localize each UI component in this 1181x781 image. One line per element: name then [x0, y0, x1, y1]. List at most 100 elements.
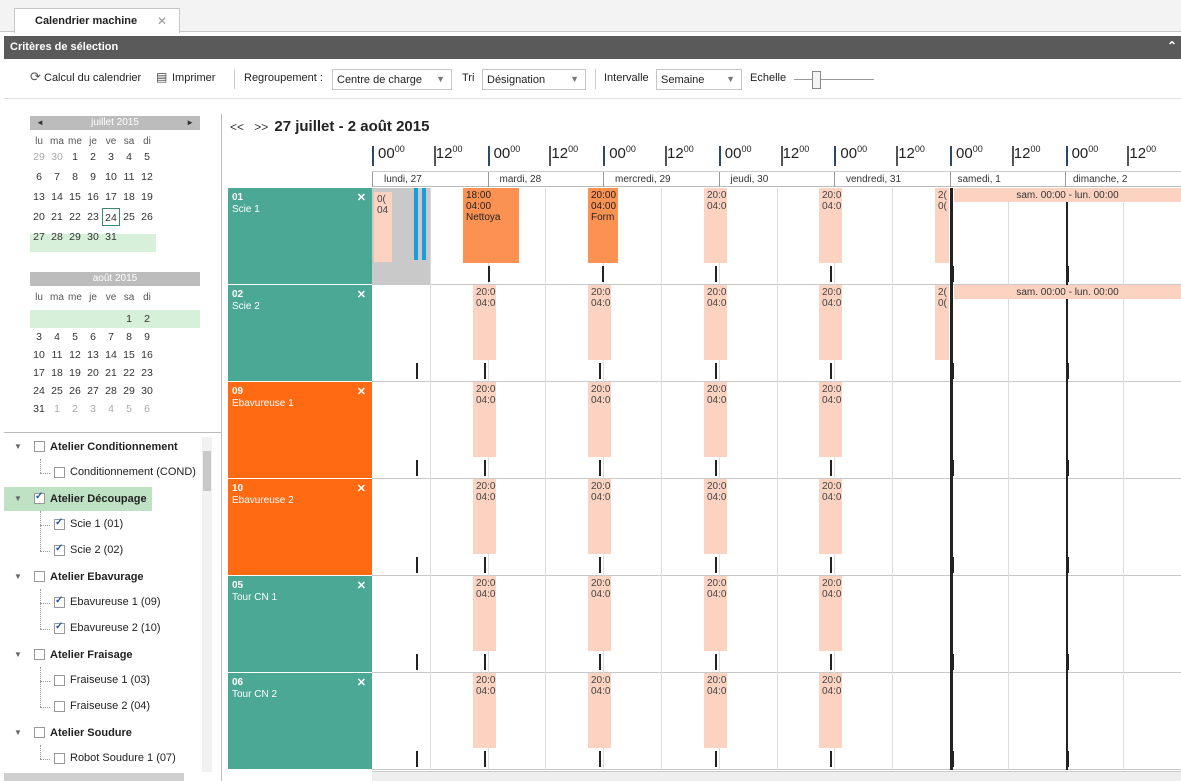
- expand-arrow-icon[interactable]: ▼: [14, 650, 22, 659]
- resource-card[interactable]: 01 Scie 1 ✕: [228, 188, 372, 285]
- calendar-day[interactable]: 1: [66, 148, 84, 166]
- calendar-day[interactable]: 3: [84, 400, 102, 418]
- interval-select[interactable]: Semaine ▼: [656, 69, 742, 90]
- item-checkbox[interactable]: [54, 675, 65, 686]
- calendar-day[interactable]: 5: [66, 328, 84, 346]
- calendar-day[interactable]: 8: [66, 168, 84, 186]
- shift-block[interactable]: 20:0004:00: [704, 576, 727, 651]
- criteria-header[interactable]: Critères de sélection ⌃: [4, 36, 1181, 59]
- item-checkbox[interactable]: [54, 543, 65, 556]
- item-checkbox[interactable]: [54, 753, 65, 764]
- tree-group[interactable]: ▼ Atelier Ebavurage: [4, 565, 204, 589]
- calendar-day[interactable]: 30: [48, 148, 66, 166]
- tab-calendrier-machine[interactable]: Calendrier machine ✕: [14, 8, 180, 33]
- shift-block[interactable]: 20:0004:00: [473, 673, 496, 748]
- group-checkbox[interactable]: [34, 571, 45, 582]
- shift-block[interactable]: 20:0004:00: [473, 382, 496, 457]
- shift-block[interactable]: 20:0004:00: [473, 479, 496, 554]
- calendar-day[interactable]: 21: [48, 208, 66, 226]
- item-checkbox[interactable]: [54, 621, 65, 634]
- calendar-day[interactable]: 26: [66, 382, 84, 400]
- calendar-day[interactable]: 30: [138, 382, 156, 400]
- tree-group[interactable]: ▼ Atelier Fraisage: [4, 643, 204, 667]
- calendar-day[interactable]: 31: [102, 228, 120, 246]
- shift-block[interactable]: 20:0004:00: [704, 285, 727, 360]
- item-checkbox[interactable]: [54, 517, 65, 530]
- calendar-day[interactable]: 25: [48, 382, 66, 400]
- group-checkbox[interactable]: [34, 727, 45, 738]
- expand-arrow-icon[interactable]: ▼: [14, 442, 22, 451]
- scale-slider-thumb[interactable]: [812, 71, 821, 89]
- close-icon[interactable]: ✕: [157, 14, 167, 28]
- calendar-day[interactable]: 27: [30, 228, 48, 246]
- calendar-day[interactable]: 4: [102, 400, 120, 418]
- task-block[interactable]: 18:00 04:00 Nettoya: [463, 188, 519, 263]
- calendar-day[interactable]: 29: [30, 148, 48, 166]
- calendar-day[interactable]: 13: [30, 188, 48, 206]
- calendar-day[interactable]: 7: [102, 328, 120, 346]
- tree-group[interactable]: ▼ Atelier Conditionnement: [4, 435, 204, 459]
- prev-month-icon[interactable]: ◄: [36, 116, 44, 130]
- shift-block[interactable]: 20:0004:00: [588, 576, 611, 651]
- calendar-day[interactable]: 13: [84, 346, 102, 364]
- shift-block[interactable]: 20:0004:00: [473, 285, 496, 360]
- calendar-day[interactable]: 4: [120, 148, 138, 166]
- shift-block[interactable]: 20:0004:00: [819, 382, 842, 457]
- calendar-day[interactable]: 9: [138, 328, 156, 346]
- calendar-day[interactable]: 28: [48, 228, 66, 246]
- shift-block[interactable]: 20:0004:00: [704, 479, 727, 554]
- calendar-day[interactable]: 14: [48, 188, 66, 206]
- shift-block[interactable]: 20:0004:00: [819, 479, 842, 554]
- calendar-day[interactable]: 2: [84, 148, 102, 166]
- group-checkbox[interactable]: [34, 441, 45, 452]
- chevron-up-icon[interactable]: ⌃: [1167, 39, 1177, 53]
- calendar-day[interactable]: 22: [120, 364, 138, 382]
- calendar-day[interactable]: 1: [48, 400, 66, 418]
- calendar-day[interactable]: 17: [102, 188, 120, 206]
- resource-card[interactable]: 10 Ebavureuse 2 ✕: [228, 479, 372, 576]
- calendar-day[interactable]: 2: [138, 310, 156, 328]
- calendar-day[interactable]: 20: [84, 364, 102, 382]
- calendar-day[interactable]: 5: [120, 400, 138, 418]
- shift-block[interactable]: 20:0004:00: [704, 673, 727, 748]
- calendar-day[interactable]: 10: [102, 168, 120, 186]
- expand-arrow-icon[interactable]: ▼: [14, 494, 22, 503]
- resource-card[interactable]: 05 Tour CN 1 ✕: [228, 576, 372, 673]
- calendar-day[interactable]: 11: [48, 346, 66, 364]
- shift-block[interactable]: 20:0004:00: [704, 382, 727, 457]
- group-checkbox[interactable]: [34, 491, 45, 504]
- calendar-day[interactable]: 23: [138, 364, 156, 382]
- close-icon[interactable]: ✕: [357, 191, 366, 204]
- close-icon[interactable]: ✕: [357, 482, 366, 495]
- item-checkbox[interactable]: [54, 701, 65, 712]
- calendar-day[interactable]: 23: [84, 208, 102, 226]
- calendar-day[interactable]: 27: [84, 382, 102, 400]
- scale-slider-track[interactable]: [794, 79, 874, 80]
- shift-block[interactable]: 20:0004:00: [473, 576, 496, 651]
- calendar-day[interactable]: 12: [66, 346, 84, 364]
- weekend-block[interactable]: sam. 00:00 - lun. 00:00: [954, 285, 1181, 299]
- calendar-day[interactable]: 14: [102, 346, 120, 364]
- next-month-icon[interactable]: ►: [186, 116, 194, 130]
- calendar-day[interactable]: 16: [84, 188, 102, 206]
- calendar-day[interactable]: 15: [120, 346, 138, 364]
- refresh-icon[interactable]: ⟳: [30, 69, 41, 85]
- shift-block[interactable]: 20:0004:00: [704, 188, 727, 263]
- printer-icon[interactable]: ▤: [156, 70, 167, 84]
- shift-block[interactable]: 20:0004:00: [588, 285, 611, 360]
- task-block[interactable]: 20:00 04:00 Form: [588, 188, 618, 263]
- tree-group[interactable]: ▼ Atelier Découpage: [4, 487, 152, 511]
- calc-button[interactable]: Calcul du calendrier: [44, 72, 141, 84]
- close-icon[interactable]: ✕: [357, 676, 366, 689]
- close-icon[interactable]: ✕: [357, 385, 366, 398]
- resource-card[interactable]: 02 Scie 2 ✕: [228, 285, 372, 382]
- calendar-day[interactable]: 24: [102, 208, 120, 226]
- resource-card[interactable]: 09 Ebavureuse 1 ✕: [228, 382, 372, 479]
- calendar-day[interactable]: 30: [84, 228, 102, 246]
- left-hscroll[interactable]: [4, 773, 184, 781]
- shift-block[interactable]: 20:0004:00: [819, 673, 842, 748]
- calendar-day[interactable]: 18: [120, 188, 138, 206]
- tree-scroll-thumb[interactable]: [203, 451, 211, 491]
- calendar-day[interactable]: 6: [30, 168, 48, 186]
- shift-block[interactable]: 20:0004:00: [588, 479, 611, 554]
